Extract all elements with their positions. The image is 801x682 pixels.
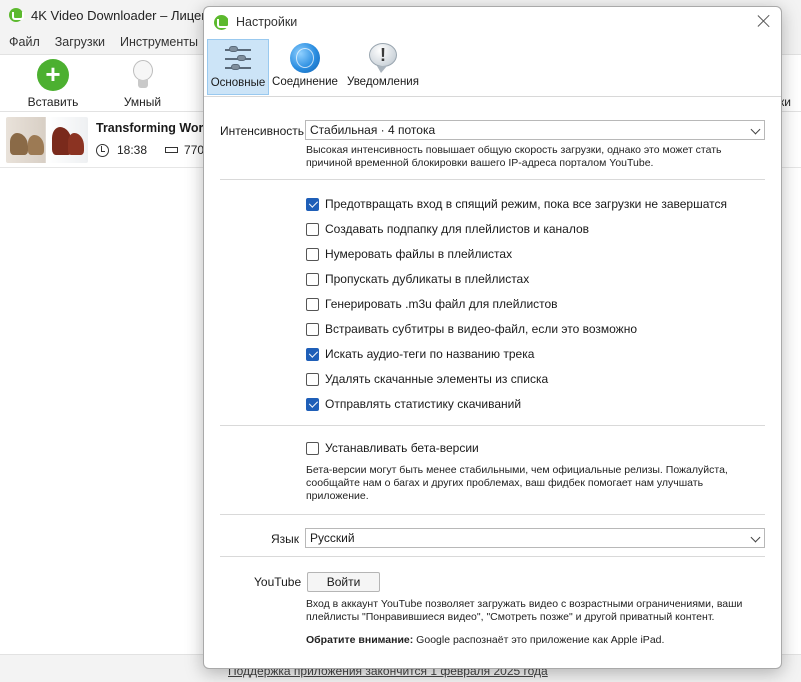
option-checkbox-row[interactable]: Генерировать .m3u файл для плейлистов bbox=[306, 297, 558, 311]
menu-tools[interactable]: Инструменты bbox=[120, 35, 198, 49]
option-checkbox-label: Создавать подпапку для плейлистов и кана… bbox=[325, 222, 590, 236]
app-logo-icon bbox=[214, 14, 230, 30]
chevron-down-icon bbox=[750, 532, 761, 543]
lightbulb-icon bbox=[127, 59, 159, 91]
download-meta: 18:38 770,7 bbox=[96, 143, 214, 157]
option-checkbox-label: Пропускать дубликаты в плейлистах bbox=[325, 272, 530, 286]
checkbox-unchecked[interactable] bbox=[306, 222, 319, 236]
language-label: Язык bbox=[271, 532, 300, 546]
intensity-hint: Высокая интенсивность повышает общую ско… bbox=[306, 144, 722, 170]
close-icon[interactable] bbox=[756, 13, 772, 29]
youtube-hint-line2: плейлисты "Понравившиеся видео", "Смотре… bbox=[306, 611, 715, 623]
beta-hint: Бета-версии могут быть менее стабильными… bbox=[306, 464, 728, 503]
checkbox-checked[interactable] bbox=[306, 347, 319, 361]
plus-circle-icon: + bbox=[37, 59, 69, 91]
checkbox-unchecked[interactable] bbox=[306, 372, 319, 386]
beta-hint-line3: приложение. bbox=[306, 490, 369, 502]
main-window-title: 4K Video Downloader – Лицензи bbox=[31, 7, 222, 23]
tab-notifications-label: Уведомления bbox=[347, 76, 419, 88]
youtube-note-text: Google распознаёт это приложение как App… bbox=[413, 634, 665, 646]
checkbox-unchecked[interactable] bbox=[306, 247, 319, 261]
checkbox-unchecked[interactable] bbox=[306, 272, 319, 286]
option-checkbox-label: Генерировать .m3u файл для плейлистов bbox=[325, 297, 558, 311]
youtube-hint: Вход в аккаунт YouTube позволяет загружа… bbox=[306, 598, 742, 624]
settings-titlebar: Настройки bbox=[204, 7, 781, 37]
option-checkbox-label: Искать аудио-теги по названию трека bbox=[325, 347, 535, 361]
language-value: Русский bbox=[310, 531, 355, 545]
divider bbox=[220, 556, 765, 557]
tab-notifications[interactable]: ! Уведомления bbox=[347, 39, 419, 95]
option-checkbox-label: Встраивать субтитры в видео-файл, если э… bbox=[325, 322, 638, 336]
video-thumbnail bbox=[6, 117, 88, 163]
youtube-hint-line1: Вход в аккаунт YouTube позволяет загружа… bbox=[306, 598, 743, 610]
download-duration: 18:38 bbox=[117, 143, 148, 157]
intensity-hint-line1: Высокая интенсивность повышает общую ско… bbox=[306, 144, 722, 156]
intensity-select[interactable]: Стабильная · 4 потока bbox=[305, 120, 765, 140]
checkbox-unchecked[interactable] bbox=[306, 322, 319, 336]
option-checkbox-row[interactable]: Отправлять статистику скачиваний bbox=[306, 397, 521, 411]
option-checkbox-row[interactable]: Встраивать субтитры в видео-файл, если э… bbox=[306, 322, 637, 336]
sliders-icon bbox=[222, 43, 254, 75]
settings-title: Настройки bbox=[236, 15, 298, 29]
divider bbox=[220, 514, 765, 515]
option-checkbox-label: Отправлять статистику скачиваний bbox=[325, 397, 522, 411]
beta-checkbox[interactable] bbox=[306, 441, 319, 455]
intensity-label: Интенсивность bbox=[220, 124, 305, 138]
option-checkbox-row[interactable]: Удалять скачанные элементы из списка bbox=[306, 372, 548, 386]
youtube-note: Обратите внимание: Google распознаёт это… bbox=[306, 634, 664, 647]
option-checkbox-row[interactable]: Искать аудио-теги по названию трека bbox=[306, 347, 534, 361]
beta-hint-line1: Бета-версии могут быть менее стабильными… bbox=[306, 464, 728, 476]
divider bbox=[220, 179, 765, 180]
filesize-icon bbox=[165, 147, 179, 153]
tab-connection[interactable]: Соединение bbox=[271, 39, 339, 95]
option-checkbox-row[interactable]: Пропускать дубликаты в плейлистах bbox=[306, 272, 529, 286]
tab-general-label: Основные bbox=[210, 77, 266, 89]
settings-dialog: Настройки Основные Соединение ! Уведомле… bbox=[203, 6, 782, 669]
option-checkbox-label: Удалять скачанные элементы из списка bbox=[325, 372, 549, 386]
menu-file[interactable]: Файл bbox=[9, 35, 40, 49]
settings-tabs: Основные Соединение ! Уведомления bbox=[204, 37, 781, 97]
option-checkbox-row[interactable]: Предотвращать вход в спящий режим, пока … bbox=[306, 197, 727, 211]
intensity-value: Стабильная · 4 потока bbox=[310, 123, 436, 137]
app-logo-icon bbox=[9, 8, 24, 22]
option-checkbox-row[interactable]: Создавать подпапку для плейлистов и кана… bbox=[306, 222, 589, 236]
youtube-label: YouTube bbox=[254, 575, 302, 589]
beta-checkbox-label: Устанавливать бета-версии bbox=[325, 441, 479, 455]
download-title: Transforming Worn bbox=[96, 121, 212, 135]
tab-general[interactable]: Основные bbox=[207, 39, 269, 95]
divider bbox=[220, 425, 765, 426]
alert-bubble-icon: ! bbox=[367, 42, 399, 74]
menu-downloads[interactable]: Загрузки bbox=[55, 35, 105, 49]
option-checkbox-label: Нумеровать файлы в плейлистах bbox=[325, 247, 513, 261]
option-checkbox-label: Предотвращать вход в спящий режим, пока … bbox=[325, 197, 727, 211]
tab-connection-label: Соединение bbox=[272, 76, 338, 88]
checkbox-checked[interactable] bbox=[306, 197, 319, 211]
globe-icon bbox=[289, 42, 321, 74]
youtube-note-bold: Обратите внимание: bbox=[306, 634, 414, 646]
language-select[interactable]: Русский bbox=[305, 528, 765, 548]
beta-hint-line2: сообщайте нам о багах и других проблемах… bbox=[306, 477, 704, 489]
chevron-down-icon bbox=[750, 124, 761, 135]
checkbox-unchecked[interactable] bbox=[306, 297, 319, 311]
intensity-hint-line2: причиной временной блокировки вашего IP-… bbox=[306, 157, 654, 169]
youtube-login-button[interactable]: Войти bbox=[307, 572, 380, 592]
option-checkbox-row[interactable]: Нумеровать файлы в плейлистах bbox=[306, 247, 512, 261]
checkbox-checked[interactable] bbox=[306, 397, 319, 411]
beta-checkbox-row[interactable]: Устанавливать бета-версии bbox=[306, 441, 479, 455]
clock-icon bbox=[96, 143, 109, 157]
